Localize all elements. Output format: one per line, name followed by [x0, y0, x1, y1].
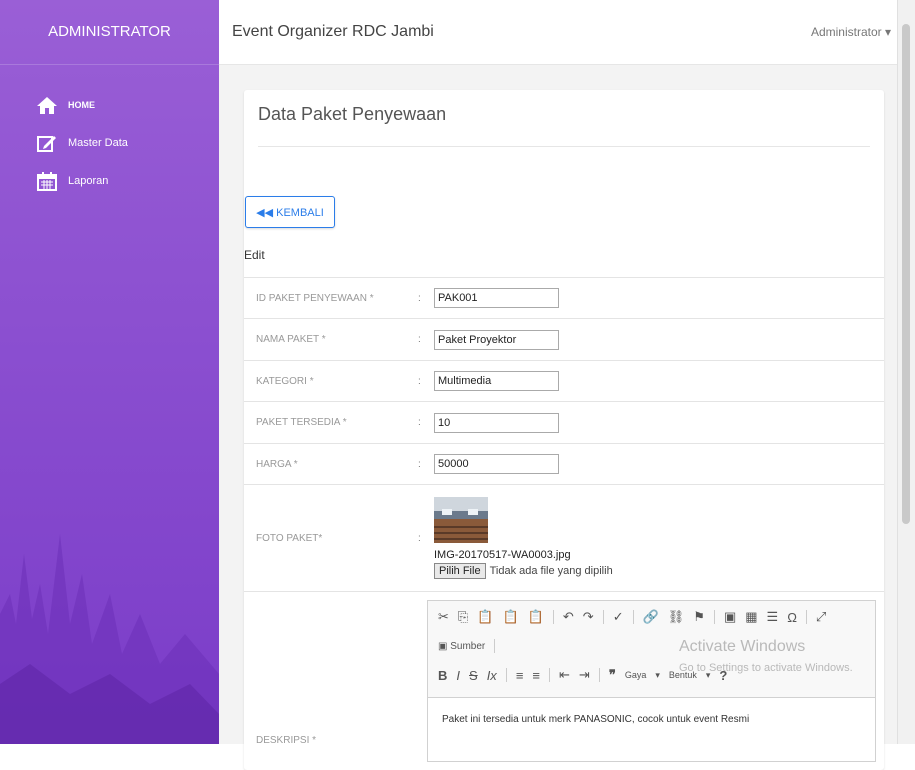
copy-icon[interactable]: ⎘ [458, 609, 468, 625]
form-row: NAMA PAKET * : [244, 318, 884, 361]
undo-icon[interactable]: ↶ [563, 609, 574, 625]
toolbar-separator [494, 639, 496, 653]
toolbar-separator [552, 610, 554, 624]
app-title: Event Organizer RDC Jambi [232, 23, 434, 40]
paket-tersedia-input[interactable] [434, 412, 559, 433]
image-icon[interactable]: ▣ [724, 609, 736, 625]
horizontal-line-icon[interactable]: ☰ [767, 609, 779, 625]
remove-format-icon[interactable]: Ix [487, 668, 497, 683]
table-icon[interactable]: ▦ [745, 609, 757, 625]
editor-content-area[interactable]: Paket ini tersedia untuk merk PANASONIC,… [428, 697, 875, 761]
separator: : [417, 360, 433, 402]
indent-icon[interactable]: ⇥ [579, 667, 590, 683]
paste-word-icon[interactable]: 📋 [528, 609, 544, 625]
toolbar-separator [805, 610, 807, 624]
source-button[interactable]: ▣ Sumber [438, 641, 485, 652]
photo-filename: IMG-20170517-WA0003.jpg [434, 549, 571, 561]
field-label: NAMA PAKET * [244, 318, 417, 361]
toolbar-separator [598, 668, 600, 682]
blockquote-icon[interactable]: ❞ [609, 667, 616, 683]
unlink-icon[interactable]: ⛓ [668, 609, 685, 625]
sidebar-item-master-data[interactable]: Master Data [0, 133, 219, 153]
page-scrollbar[interactable] [897, 0, 915, 744]
field-label: FOTO PAKET* [244, 484, 417, 592]
form-row: PAKET TERSEDIA * : [244, 401, 884, 444]
form-row: KATEGORI * : [244, 360, 884, 402]
field-label: KATEGORI * [244, 360, 417, 402]
cut-icon[interactable]: ✂ [438, 609, 449, 625]
rich-text-editor: ✂ ⎘ 📋 📋 📋 ↶ ↷ ✓ 🔗 ⛓ ⚑ ▣ ▦ ☰ Ω ⤢ ▣ Sumber… [427, 600, 876, 762]
nama-paket-input[interactable] [434, 329, 559, 350]
divider [258, 146, 870, 147]
sidebar-item-home[interactable]: HOME [0, 95, 219, 115]
field-label-description: DESKRIPSI * [256, 735, 317, 746]
scrollbar-thumb[interactable] [902, 24, 910, 524]
toolbar-separator [505, 668, 507, 682]
paste-icon[interactable]: 📋 [477, 609, 493, 625]
field-label: PAKET TERSEDIA * [244, 401, 417, 444]
top-navbar: Event Organizer RDC Jambi Administrator … [219, 0, 897, 65]
forest-background-image [0, 534, 219, 744]
no-file-text: Tidak ada file yang dipilih [489, 565, 613, 577]
separator: : [417, 401, 433, 444]
paste-text-icon[interactable]: 📋 [503, 609, 519, 625]
calendar-icon [37, 172, 57, 191]
toolbar-separator [713, 610, 715, 624]
edit-icon [37, 136, 56, 152]
link-icon[interactable]: 🔗 [643, 609, 659, 625]
sidebar-brand: ADMINISTRATOR [0, 0, 219, 65]
sidebar: ADMINISTRATOR HOME Master Data Laporan [0, 0, 219, 744]
file-input: Pilih File Tidak ada file yang dipilih [434, 563, 883, 579]
user-menu-dropdown[interactable]: Administrator ▾ [811, 0, 891, 64]
package-photo-thumbnail [434, 497, 488, 543]
harga-input[interactable] [434, 454, 559, 474]
special-char-icon[interactable]: Ω [787, 610, 797, 625]
italic-icon[interactable]: I [456, 668, 460, 683]
toolbar-separator [602, 610, 604, 624]
field-label: HARGA * [244, 443, 417, 485]
spellcheck-icon[interactable]: ✓ [613, 609, 624, 625]
separator: : [417, 443, 433, 485]
style-dropdown[interactable]: Gaya [625, 670, 647, 680]
form-row: ID PAKET PENYEWAAN * : [244, 277, 884, 319]
maximize-icon[interactable]: ⤢ [816, 609, 826, 625]
bulleted-list-icon[interactable]: ≡ [532, 668, 540, 683]
toolbar-separator [549, 668, 550, 682]
choose-file-button[interactable]: Pilih File [434, 563, 486, 579]
editor-toolbar-row-1: ✂ ⎘ 📋 📋 📋 ↶ ↷ ✓ 🔗 ⛓ ⚑ ▣ ▦ ☰ Ω ⤢ [438, 609, 835, 625]
home-icon [37, 97, 57, 114]
sidebar-item-label: Laporan [68, 175, 109, 187]
anchor-icon[interactable]: ⚑ [693, 609, 705, 625]
activate-windows-subtext: Go to Settings to activate Windows. [679, 662, 853, 674]
separator: : [417, 484, 433, 592]
sidebar-menu: HOME Master Data Laporan [0, 95, 219, 209]
form-row: HARGA * : [244, 443, 884, 485]
page-title: Data Paket Penyewaan [258, 104, 447, 124]
sidebar-item-laporan[interactable]: Laporan [0, 171, 219, 191]
sidebar-item-label: Master Data [68, 137, 128, 149]
bold-icon[interactable]: B [438, 668, 447, 683]
editor-toolbar-row-2: ▣ Sumber [438, 639, 504, 653]
separator: : [417, 318, 433, 361]
toolbar-separator [632, 610, 634, 624]
sidebar-item-label: HOME [68, 100, 95, 110]
separator: : [417, 277, 433, 319]
form-mode-label: Edit [244, 248, 265, 262]
activate-windows-watermark: Activate Windows [679, 638, 806, 655]
redo-icon[interactable]: ↷ [583, 609, 594, 625]
back-button[interactable]: ◀◀ KEMBALI [245, 196, 335, 228]
outdent-icon[interactable]: ⇤ [559, 667, 570, 683]
id-paket-input[interactable] [434, 288, 559, 308]
description-text: Paket ini tersedia untuk merk PANASONIC,… [442, 714, 750, 725]
kategori-input[interactable] [434, 371, 559, 391]
strikethrough-icon[interactable]: S [469, 668, 478, 683]
source-label: Sumber [450, 640, 486, 652]
numbered-list-icon[interactable]: ≡ [516, 668, 524, 683]
field-label: ID PAKET PENYEWAAN * [244, 277, 417, 319]
style-dropdown-arrow[interactable]: ▾ [655, 670, 660, 681]
form-row: FOTO PAKET* : IMG-20170517-WA0003.jpg Pi… [244, 484, 884, 592]
source-icon: ▣ [438, 640, 448, 652]
